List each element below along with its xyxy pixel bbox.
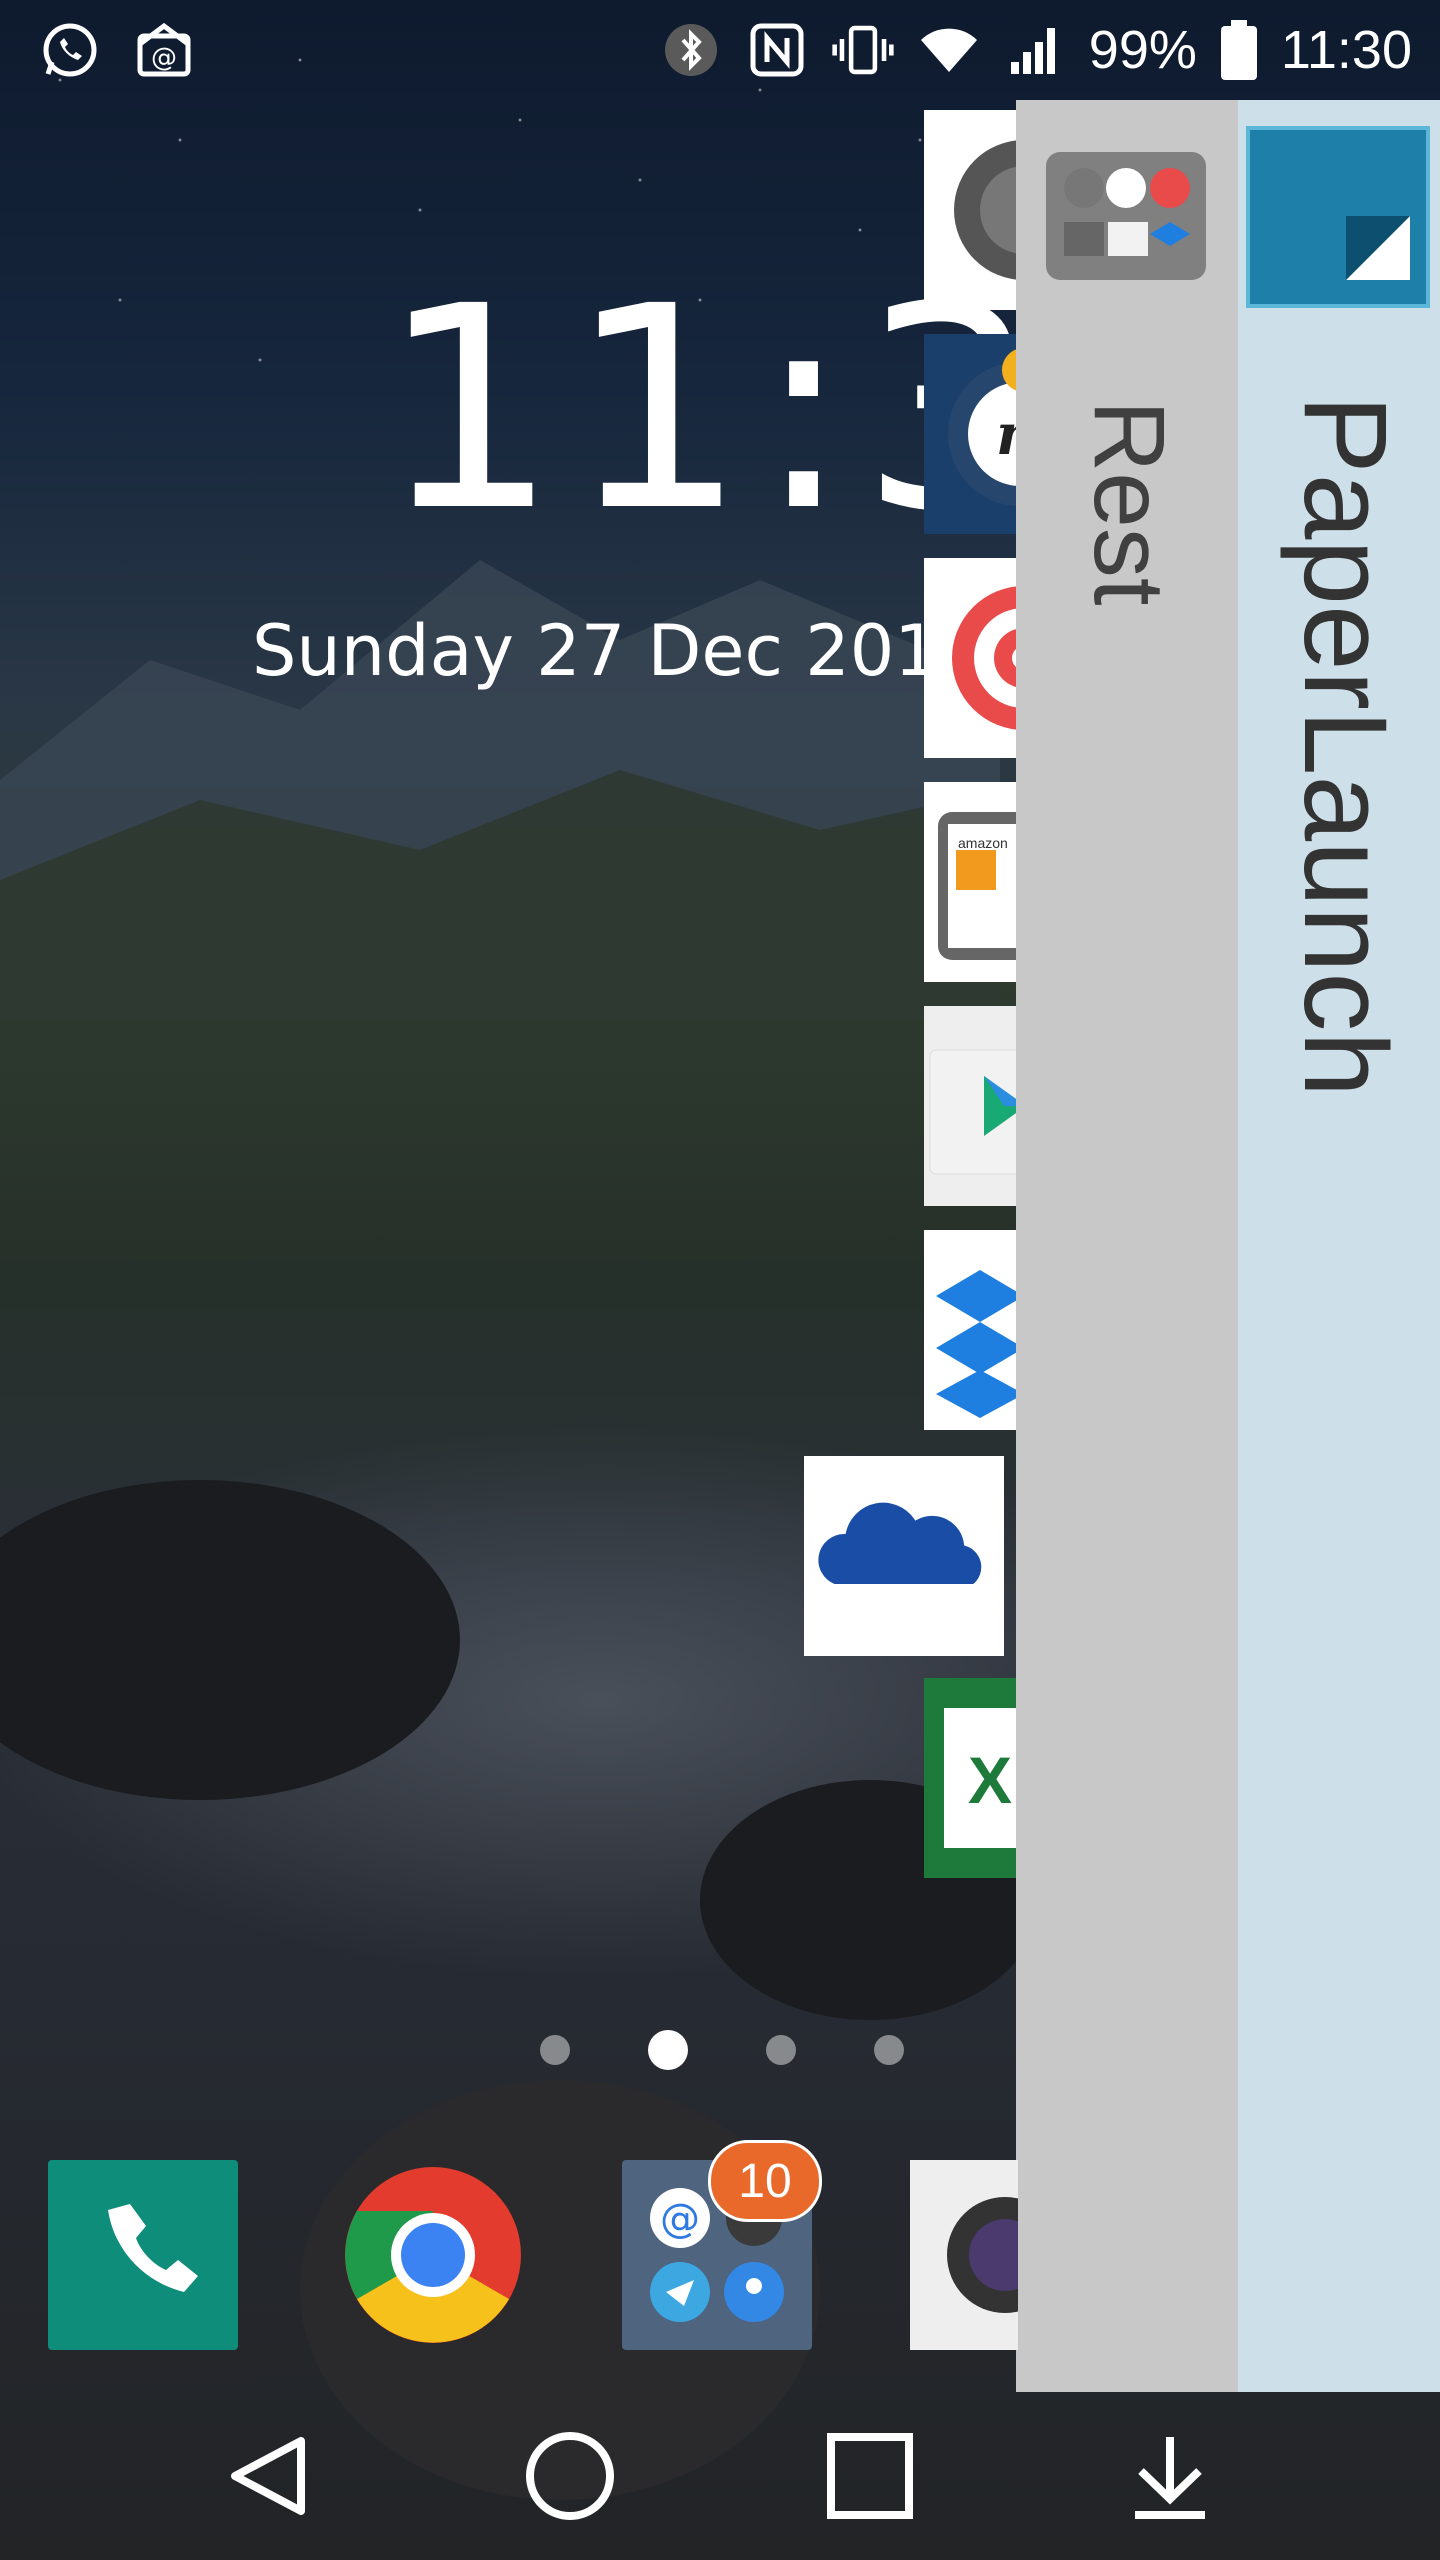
target-app-icon[interactable] (924, 558, 1026, 758)
battery-icon (1219, 18, 1259, 82)
bluetooth-icon (659, 18, 723, 82)
rock (0, 1480, 460, 1800)
navigation-bar (0, 2392, 1440, 2560)
signal-icon (1003, 18, 1067, 82)
status-bar: @ 99% 11:30 (0, 0, 1440, 100)
battery-percent: 99% (1088, 20, 1197, 80)
paperlaunch-app-icon[interactable] (1246, 126, 1430, 308)
svg-text:amazon: amazon (958, 835, 1008, 851)
page-dot[interactable] (874, 2035, 904, 2065)
phone-app-icon[interactable] (48, 2160, 238, 2350)
paperlaunch-panel[interactable]: PaperLaunch (1238, 100, 1440, 2392)
svg-text:@: @ (660, 2196, 700, 2242)
chrome-app-icon[interactable] (338, 2160, 528, 2350)
vibrate-icon (831, 18, 895, 82)
page-indicator (540, 2030, 904, 2070)
at-sign-app-icon: @ (132, 18, 196, 82)
back-icon[interactable] (215, 2421, 325, 2531)
notification-pull-icon[interactable] (1115, 2421, 1225, 2531)
onedrive-icon[interactable] (804, 1456, 1004, 1656)
wifi-icon (917, 18, 981, 82)
amazon-app-icon[interactable]: amazon (924, 782, 1026, 982)
nfc-icon (745, 18, 809, 82)
recents-icon[interactable] (815, 2421, 925, 2531)
mountain-silhouette (0, 560, 1000, 1020)
page-dot[interactable] (766, 2035, 796, 2065)
dropbox-icon[interactable] (924, 1230, 1026, 1430)
excel-icon[interactable]: X (924, 1678, 1026, 1878)
camera-app-icon[interactable] (910, 2160, 1018, 2350)
rest-label: Rest (1073, 400, 1185, 606)
whatsapp-icon (38, 18, 102, 82)
status-time: 11:30 (1280, 20, 1412, 80)
svg-text:@: @ (151, 43, 177, 73)
folder-app-icon[interactable]: @ 10 (622, 2140, 822, 2350)
mail-app-icon[interactable]: m (924, 334, 1026, 534)
home-icon[interactable] (515, 2421, 625, 2531)
rest-folder-thumbnail[interactable] (1046, 152, 1206, 280)
notification-badge: 10 (708, 2140, 822, 2222)
svg-text:X: X (968, 1743, 1012, 1817)
clock-widget-date: Sunday 27 Dec 2015 (252, 610, 984, 692)
paperlaunch-label: PaperLaunch (1279, 395, 1411, 1098)
rest-panel[interactable]: Rest (1016, 100, 1238, 2392)
play-store-icon[interactable] (924, 1006, 1026, 1206)
page-dot[interactable] (540, 2035, 570, 2065)
page-dot-active[interactable] (648, 2030, 688, 2070)
speaker-app-icon[interactable] (924, 110, 1026, 310)
